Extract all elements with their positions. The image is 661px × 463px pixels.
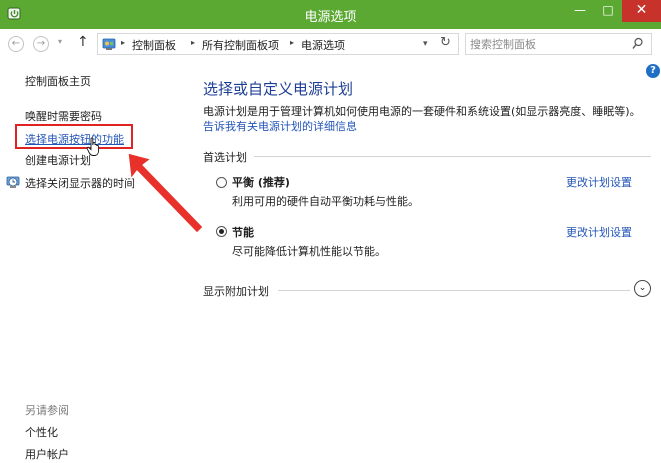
breadcrumb-separator: ▸ xyxy=(290,38,295,47)
preferred-plans-heading: 首选计划 xyxy=(203,151,247,164)
hand-cursor-icon xyxy=(86,137,100,156)
sidebar-item-control-panel-home[interactable]: 控制面板主页 xyxy=(25,73,91,89)
balanced-plan-radio[interactable] xyxy=(216,177,227,188)
recent-locations-dropdown[interactable]: ▾ xyxy=(58,37,62,46)
balanced-plan-description: 利用可用的硬件自动平衡功耗与性能。 xyxy=(232,195,419,208)
breadcrumb-all-items[interactable]: 所有控制面板项 xyxy=(202,37,279,53)
expand-chevron-icon[interactable]: ⌄ xyxy=(634,280,651,297)
page-title: 选择或自定义电源计划 xyxy=(203,80,354,98)
close-button[interactable]: ✕ xyxy=(622,0,661,22)
red-arrow-annotation xyxy=(127,152,204,234)
maximize-button[interactable]: □ xyxy=(594,0,622,22)
search-input[interactable] xyxy=(470,36,620,52)
learn-more-link[interactable]: 告诉我有关电源计划的详细信息 xyxy=(203,120,357,133)
address-bar[interactable]: ▸ 控制面板 ▸ 所有控制面板项 ▸ 电源选项 ▾ ↻ xyxy=(97,33,459,55)
see-also-user-accounts[interactable]: 用户帐户 xyxy=(25,446,69,462)
section-divider xyxy=(278,290,630,291)
search-icon[interactable] xyxy=(632,37,644,51)
breadcrumb-separator: ▸ xyxy=(191,38,196,47)
power-saver-change-settings-link[interactable]: 更改计划设置 xyxy=(566,224,632,240)
control-panel-icon xyxy=(102,38,116,50)
refresh-icon[interactable]: ↻ xyxy=(440,35,451,50)
power-saver-plan-name[interactable]: 节能 xyxy=(232,224,254,240)
see-also-heading: 另请参阅 xyxy=(25,404,69,417)
title-bar: 电源选项 — □ ✕ xyxy=(0,0,661,29)
see-also-personalization[interactable]: 个性化 xyxy=(25,424,58,440)
power-saver-plan-radio[interactable] xyxy=(216,226,227,237)
address-dropdown-icon[interactable]: ▾ xyxy=(423,39,428,49)
sidebar-item-wake-password[interactable]: 唤醒时需要密码 xyxy=(25,108,102,124)
breadcrumb-power-options[interactable]: 电源选项 xyxy=(301,37,345,53)
description-text: 电源计划是用于管理计算机如何使用电源的一套硬件和系统设置(如显示器亮度、睡眠等)… xyxy=(203,105,641,118)
up-button[interactable]: ↑ xyxy=(77,34,89,50)
breadcrumb-separator: ▸ xyxy=(121,38,126,47)
search-box[interactable] xyxy=(465,33,652,55)
window-title: 电源选项 xyxy=(304,10,357,25)
breadcrumb-control-panel[interactable]: 控制面板 xyxy=(132,37,176,53)
navigation-bar: ← → ▾ ↑ ▸ 控制面板 ▸ 所有控制面板项 ▸ 电源选项 ▾ ↻ xyxy=(0,29,661,59)
page-description: 电源计划是用于管理计算机如何使用电源的一套硬件和系统设置(如显示器亮度、睡眠等)… xyxy=(203,104,650,134)
forward-button[interactable]: → xyxy=(33,36,49,52)
additional-plans-heading[interactable]: 显示附加计划 xyxy=(203,283,269,299)
sidebar-item-display-off-time[interactable]: 选择关闭显示器的时间 xyxy=(25,175,135,191)
back-button[interactable]: ← xyxy=(8,36,24,52)
balanced-plan-name[interactable]: 平衡 (推荐) xyxy=(232,174,290,190)
display-timer-icon xyxy=(6,176,20,188)
help-icon[interactable]: ? xyxy=(646,64,660,78)
sidebar-item-create-plan[interactable]: 创建电源计划 xyxy=(25,152,91,168)
highlight-box xyxy=(15,124,133,149)
section-divider xyxy=(254,156,651,157)
balanced-change-settings-link[interactable]: 更改计划设置 xyxy=(566,174,632,190)
minimize-button[interactable]: — xyxy=(566,0,594,22)
power-saver-plan-description: 尽可能降低计算机性能以节能。 xyxy=(232,245,386,258)
